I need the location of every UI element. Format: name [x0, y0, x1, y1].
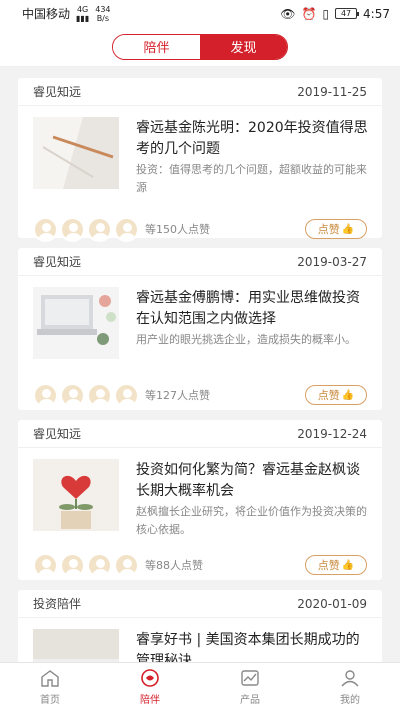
- network-indicator: 4G ▮▮▮: [76, 4, 90, 23]
- like-label: 点赞: [317, 559, 340, 572]
- avatar: [114, 216, 139, 242]
- card-header: 投资陪伴 2020-01-09: [18, 590, 382, 618]
- pen-paper-photo: [33, 117, 119, 189]
- home-icon: [39, 668, 61, 688]
- card-title: 睿远基金陈光明：2020年投资值得思考的几个问题: [136, 120, 368, 157]
- card-footer: 等150人点赞 点赞 👍: [18, 214, 382, 244]
- card-date: 2020-01-09: [297, 596, 367, 611]
- liker-avatars: [33, 216, 139, 242]
- tab-discover[interactable]: 发现: [200, 34, 287, 59]
- avatar: [60, 216, 85, 242]
- battery-icon: 47: [335, 8, 360, 19]
- avatar: [87, 382, 112, 408]
- profile-icon: [339, 668, 361, 688]
- like-count: 等127人点赞: [145, 389, 210, 402]
- avatar: [60, 552, 85, 578]
- avatar: [114, 382, 139, 408]
- tab-label: 我的: [340, 695, 360, 706]
- tab-companion[interactable]: 陪伴: [113, 34, 200, 59]
- top-header: 陪伴 发现: [0, 27, 400, 67]
- card-source: 投资陪伴: [33, 597, 82, 611]
- card-title: 睿远基金傅鹏博：用实业思维做投资 在认知范围之内做选择: [136, 290, 360, 327]
- card-source: 睿见知远: [33, 85, 82, 99]
- tab-label: 首页: [40, 695, 60, 706]
- thumbs-up-icon: 👍: [341, 223, 355, 235]
- chart-icon: [239, 668, 261, 688]
- article-card[interactable]: 投资陪伴 2020-01-09 睿享好书 | 美国资本集团长期成功的管理秘诀: [18, 590, 382, 662]
- card-header: 睿见知远 2019-11-25: [18, 78, 382, 106]
- card-source: 睿见知远: [33, 255, 82, 269]
- status-bar: 中国移动 4G ▮▮▮ 434 B/s 👁 ⏰ ▯ 47 4:57: [0, 0, 400, 27]
- like-count: 等150人点赞: [145, 223, 210, 236]
- like-button[interactable]: 点赞 👍: [305, 555, 367, 575]
- article-feed: 睿见知远 2019-11-25 睿远基金陈光明：2020年投资值得思考的几个问题…: [0, 68, 400, 662]
- bottom-tab-bar: 首页 陪伴 产品 我的: [0, 662, 400, 711]
- carrier-label: 中国移动: [22, 7, 71, 21]
- card-description: 投资：值得思考的几个问题，超额收益的可能来源: [136, 163, 367, 194]
- book-photo: [33, 629, 119, 662]
- tab-companion-nav[interactable]: 陪伴: [100, 663, 200, 711]
- like-button[interactable]: 点赞 👍: [305, 385, 367, 405]
- article-card[interactable]: 睿见知远 2019-11-25 睿远基金陈光明：2020年投资值得思考的几个问题…: [18, 78, 382, 242]
- like-count: 等88人点赞: [145, 559, 203, 572]
- avatar: [60, 382, 85, 408]
- like-button[interactable]: 点赞 👍: [305, 219, 367, 239]
- card-footer: 等88人点赞 点赞 👍: [18, 550, 382, 580]
- thumbs-up-icon: 👍: [341, 559, 355, 571]
- tab-label: 陪伴: [140, 695, 160, 706]
- clock: 4:57: [363, 6, 390, 21]
- card-footer: 等127人点赞 点赞 👍: [18, 380, 382, 410]
- card-description: 赵枫擅长企业研究，将企业价值作为投资决策的核心依据。: [136, 505, 367, 536]
- card-date: 2019-11-25: [297, 84, 367, 99]
- card-title: 投资如何化繁为简？睿远基金赵枫谈长期大概率机会: [136, 462, 360, 499]
- card-header: 睿见知远 2019-12-24: [18, 420, 382, 448]
- heart-plant-photo: [33, 459, 119, 531]
- segmented-control: 陪伴 发现: [112, 33, 288, 60]
- article-card[interactable]: 睿见知远 2019-12-24 投资如何化繁为简？睿远基金赵枫谈长期大概率机会 …: [18, 420, 382, 580]
- card-header: 睿见知远 2019-03-27: [18, 248, 382, 276]
- article-card[interactable]: 睿见知远 2019-03-27 睿远基金傅鹏博：用实业思维做投资 在认知范围之内…: [18, 248, 382, 410]
- network-speed: 434 B/s: [95, 4, 111, 23]
- laptop-flowers-photo: [33, 287, 119, 359]
- tab-profile[interactable]: 我的: [300, 663, 400, 711]
- card-title: 睿享好书 | 美国资本集团长期成功的管理秘诀: [136, 632, 360, 662]
- vibrate-icon: ▯: [322, 6, 330, 21]
- liker-avatars: [33, 552, 139, 578]
- like-label: 点赞: [317, 223, 340, 236]
- tab-products[interactable]: 产品: [200, 663, 300, 711]
- avatar: [87, 216, 112, 242]
- eye-icon: 👁: [280, 6, 296, 21]
- card-date: 2019-03-27: [297, 254, 367, 269]
- thumbs-up-icon: 👍: [341, 389, 355, 401]
- companion-icon: [139, 668, 161, 688]
- card-description: 用产业的眼光挑选企业，造成损失的概率小。: [136, 333, 356, 346]
- like-label: 点赞: [317, 389, 340, 402]
- avatar: [33, 216, 58, 242]
- avatar: [114, 552, 139, 578]
- liker-avatars: [33, 382, 139, 408]
- avatar: [33, 382, 58, 408]
- card-source: 睿见知远: [33, 427, 82, 441]
- avatar: [33, 552, 58, 578]
- alarm-icon: ⏰: [301, 6, 317, 21]
- tab-label: 产品: [240, 695, 260, 706]
- tab-home[interactable]: 首页: [0, 663, 100, 711]
- card-date: 2019-12-24: [297, 426, 367, 441]
- avatar: [87, 552, 112, 578]
